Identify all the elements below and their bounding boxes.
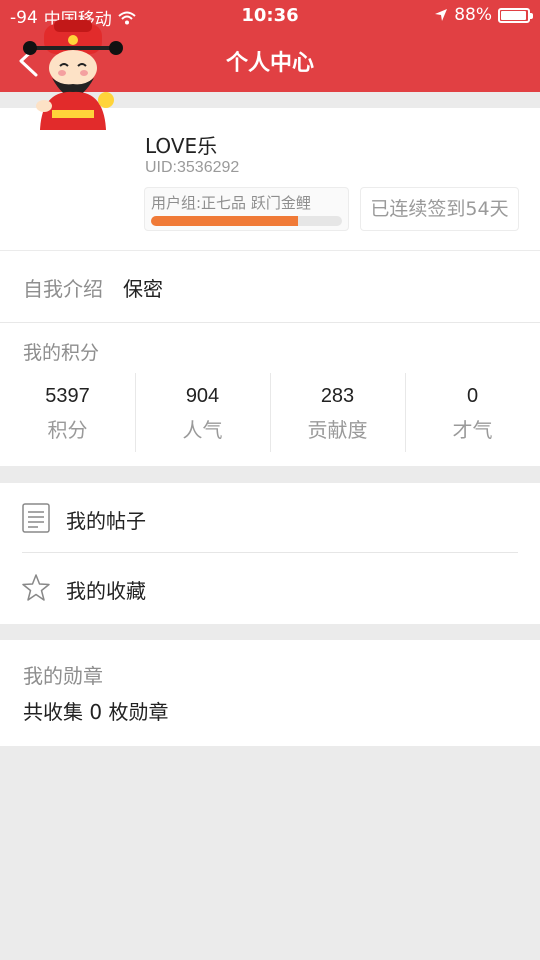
stat-value: 0 xyxy=(466,385,479,407)
user-group-level: 用户组:正七品 跃门金鲤 xyxy=(144,187,349,231)
level-progress-fill xyxy=(151,216,299,226)
menu-item-label: 我的帖子 xyxy=(66,509,146,533)
self-intro-row: 自我介绍 保密 xyxy=(0,251,540,322)
stat-label: 才气 xyxy=(452,418,493,442)
stat-value: 5397 xyxy=(45,385,90,407)
stat-popularity[interactable]: 904 人气 xyxy=(135,373,270,452)
menu-item-my-favorites[interactable]: 我的收藏 xyxy=(0,553,540,623)
stat-label: 积分 xyxy=(47,418,88,442)
battery-icon xyxy=(498,7,533,23)
battery-percent: 88% xyxy=(454,5,492,25)
user-group-text: 用户组:正七品 跃门金鲤 xyxy=(151,194,311,212)
points-title: 我的积分 xyxy=(23,342,100,364)
medals-count: 共收集 0 枚勋章 xyxy=(23,700,169,724)
location-arrow-icon xyxy=(435,9,448,21)
document-icon xyxy=(22,503,50,533)
username: LOVE乐 xyxy=(145,134,218,158)
self-intro-value: 保密 xyxy=(123,277,163,301)
level-progress-bar xyxy=(151,216,342,226)
medals-title: 我的勋章 xyxy=(23,664,103,688)
user-id: UID:3536292 xyxy=(145,159,240,176)
avatar[interactable] xyxy=(22,20,124,130)
stat-points[interactable]: 5397 积分 xyxy=(0,373,135,452)
signin-streak-button[interactable]: 已连续签到54天 xyxy=(360,187,519,231)
stat-contribution[interactable]: 283 贡献度 xyxy=(270,373,405,452)
points-stats: 5397 积分 904 人气 283 贡献度 0 才气 xyxy=(0,373,540,452)
stat-talent[interactable]: 0 才气 xyxy=(405,373,540,452)
menu-item-my-posts[interactable]: 我的帖子 xyxy=(0,483,540,553)
self-intro-label: 自我介绍 xyxy=(23,277,103,301)
stat-value: 283 xyxy=(320,385,355,407)
menu-list: 我的帖子 我的收藏 xyxy=(0,483,540,624)
stat-value: 904 xyxy=(185,385,220,407)
points-section: 我的积分 5397 积分 904 人气 283 贡献度 0 才气 xyxy=(0,323,540,466)
star-icon xyxy=(22,574,50,601)
stat-label: 人气 xyxy=(182,418,223,442)
medals-section: 我的勋章 共收集 0 枚勋章 xyxy=(0,640,540,746)
stat-label: 贡献度 xyxy=(307,418,368,442)
menu-item-label: 我的收藏 xyxy=(66,579,146,603)
